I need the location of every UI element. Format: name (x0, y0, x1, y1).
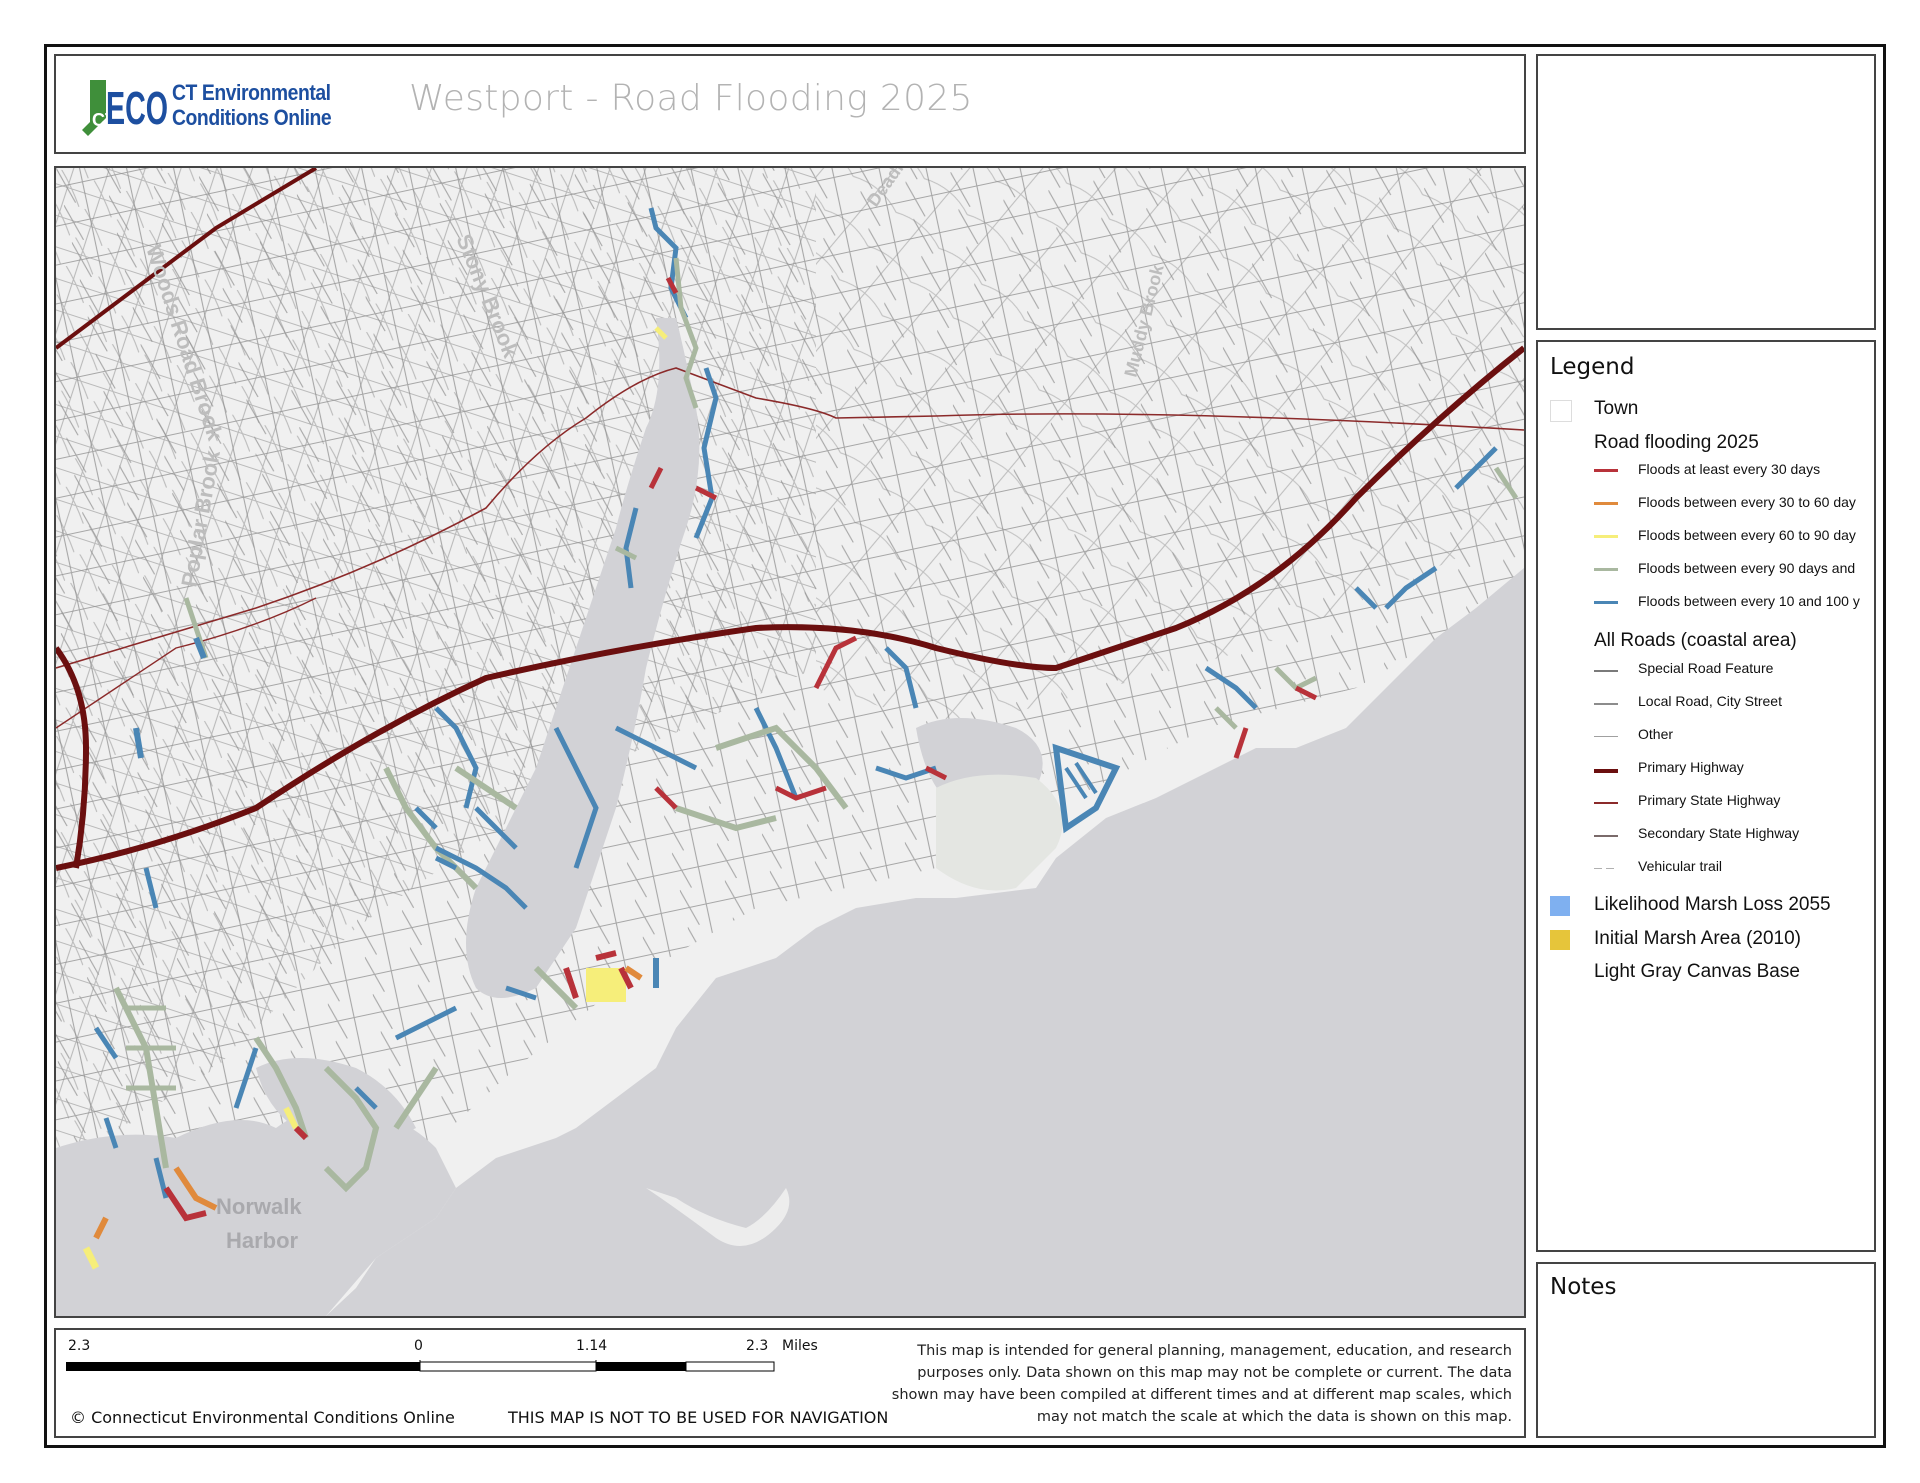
flood-90-swatch (1594, 568, 1618, 571)
notes-title: Notes (1550, 1274, 1617, 1300)
legend-flood-item: Floods between every 90 days and (1638, 560, 1856, 576)
scale-bar-label: 1.14 (576, 1338, 608, 1354)
secondary-state-highway-swatch (1594, 835, 1618, 837)
town-swatch (1550, 400, 1572, 422)
cteco-logo: CT ECO CT Environmental Conditions Onlin… (80, 68, 380, 140)
logo-text: CT Environmental Conditions Online (172, 80, 332, 130)
svg-text:ECO: ECO (106, 82, 168, 134)
disclaimer-text: This map is intended for general plannin… (891, 1343, 1512, 1425)
vehicular-trail-swatch (1594, 868, 1618, 869)
legend-town-label: Town (1594, 398, 1639, 419)
legend-road-item: Vehicular trail (1638, 858, 1723, 874)
primary-highway-swatch (1594, 769, 1618, 773)
legend-flood-item: Floods between every 10 and 100 y (1638, 593, 1860, 609)
legend-road-item: Other (1638, 726, 1674, 742)
scale-bar-label: 2.3 (68, 1338, 91, 1354)
title-block: CT ECO CT Environmental Conditions Onlin… (54, 54, 1526, 154)
copyright-text: © Connecticut Environmental Conditions O… (70, 1408, 455, 1427)
legend-road-flooding-heading: Road flooding 2025 (1594, 432, 1759, 453)
logo-text-line2: Conditions Online (172, 105, 332, 130)
legend-marsh-loss-label: Likelihood Marsh Loss 2055 (1594, 894, 1831, 915)
legend-road-item: Primary State Highway (1638, 792, 1781, 808)
flood-10-100-swatch (1594, 601, 1618, 604)
legend-basemap-label: Light Gray Canvas Base (1594, 961, 1800, 982)
map-footer: 2.3 0 1.14 2.3 Miles © Connecticut Envir… (54, 1328, 1526, 1438)
map-canvas[interactable]: Woods Road Brook Stony Brook Poplar Broo… (56, 168, 1524, 1316)
map-label-norwalk: Norwalk (216, 1194, 302, 1219)
logo-text-line1: CT Environmental (172, 80, 331, 105)
scale-bar (66, 1360, 775, 1372)
scale-bar-label: 0 (414, 1338, 423, 1354)
legend-flood-item: Floods at least every 30 days (1638, 461, 1821, 477)
flood-60-90-swatch (1594, 535, 1618, 538)
navigation-warning: THIS MAP IS NOT TO BE USED FOR NAVIGATIO… (508, 1408, 889, 1427)
legend-road-item: Secondary State Highway (1638, 825, 1800, 841)
legend-all-roads-heading: All Roads (coastal area) (1594, 630, 1797, 651)
flood-30-swatch (1594, 469, 1618, 472)
notes-panel: Notes (1536, 1262, 1876, 1438)
map-label-harbor: Harbor (226, 1228, 299, 1253)
legend-title: Legend (1550, 354, 1635, 380)
scale-bar-label: 2.3 (746, 1338, 769, 1354)
flood-30-60-swatch (1594, 502, 1618, 505)
legend-flood-item: Floods between every 30 to 60 day (1638, 494, 1856, 510)
legend-road-item: Local Road, City Street (1638, 693, 1782, 709)
inset-map-placeholder (1536, 54, 1876, 330)
legend-road-item: Special Road Feature (1638, 660, 1774, 676)
marsh-loss-swatch (1550, 896, 1570, 916)
marsh-initial-swatch (1550, 930, 1570, 950)
local-road-swatch (1594, 703, 1618, 705)
special-road-swatch (1594, 670, 1618, 672)
ct-state-logo-icon: CT ECO (82, 80, 168, 136)
legend-panel: Legend Town Road flooding 2025 Floods at… (1536, 340, 1876, 1252)
legend-road-item: Primary Highway (1638, 759, 1744, 775)
legend-marsh-initial-label: Initial Marsh Area (2010) (1594, 928, 1801, 949)
map-title: Westport - Road Flooding 2025 (409, 78, 973, 119)
legend-flood-item: Floods between every 60 to 90 day (1638, 527, 1856, 543)
scale-bar-units: Miles (782, 1338, 818, 1354)
primary-state-highway-swatch (1594, 802, 1618, 804)
other-road-swatch (1594, 736, 1618, 737)
map-view[interactable]: Woods Road Brook Stony Brook Poplar Broo… (54, 166, 1526, 1318)
